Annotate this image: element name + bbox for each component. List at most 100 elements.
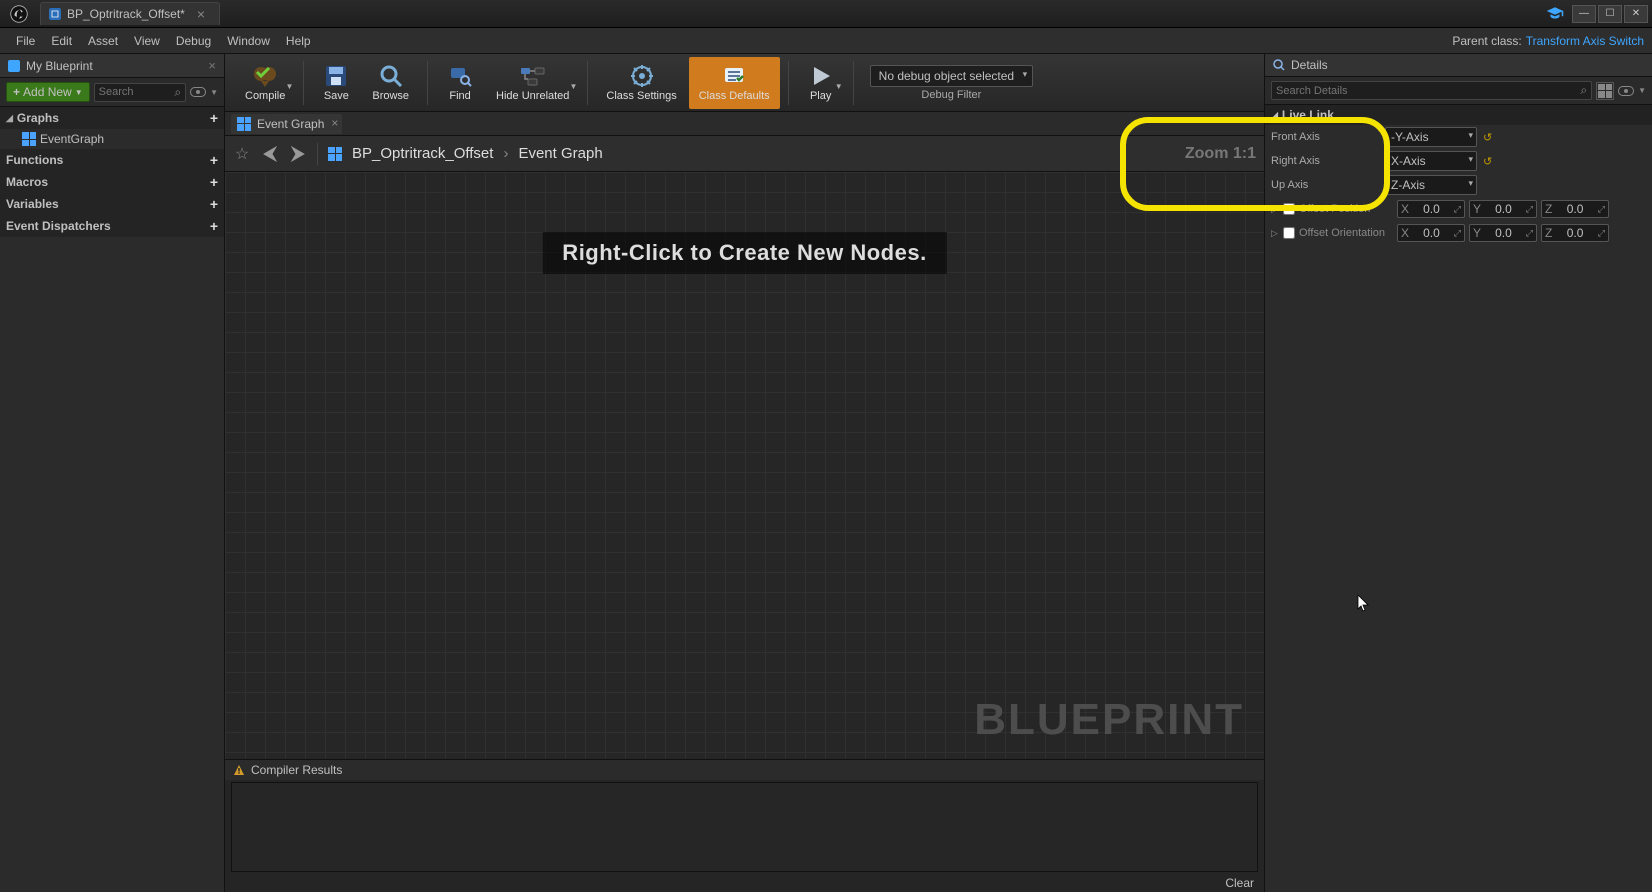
graph-tabs: Event Graph × [225, 112, 1264, 136]
details-search-input[interactable] [1276, 85, 1580, 97]
up-axis-label: Up Axis [1271, 179, 1379, 191]
property-matrix-button[interactable] [1596, 82, 1614, 100]
prop-right-axis: Right Axis X-Axis ↺ [1265, 149, 1652, 173]
eye-icon[interactable] [190, 87, 206, 97]
graduation-cap-icon[interactable] [1546, 5, 1564, 23]
offset-orientation-x[interactable]: X0.0⤢ [1397, 224, 1465, 242]
expand-icon[interactable]: ▷ [1271, 228, 1279, 239]
menu-file[interactable]: File [8, 28, 43, 54]
compiler-results-tab[interactable]: Compiler Results [225, 759, 1264, 780]
reset-to-default-icon[interactable]: ↺ [1483, 131, 1492, 144]
category-live-link[interactable]: ◢ Live Link [1265, 105, 1652, 125]
add-function-icon[interactable]: + [210, 152, 218, 168]
save-button[interactable]: Save [312, 57, 360, 109]
debug-object-select[interactable]: No debug object selected [870, 65, 1033, 87]
my-blueprint-tab[interactable]: My Blueprint × [0, 54, 224, 78]
eye-icon[interactable] [1618, 86, 1634, 96]
blueprint-icon [49, 8, 61, 20]
tree-group-functions[interactable]: Functions + [0, 149, 224, 171]
graph-icon [237, 117, 251, 131]
nav-forward-button[interactable]: ⮞ [289, 145, 307, 163]
compiler-results-output [231, 782, 1258, 872]
menubar: File Edit Asset View Debug Window Help P… [0, 28, 1652, 54]
compile-button[interactable]: Compile ▼ [235, 57, 295, 109]
close-icon[interactable]: × [208, 58, 216, 73]
warning-icon [233, 764, 245, 776]
my-blueprint-title: My Blueprint [26, 59, 93, 73]
add-dispatcher-icon[interactable]: + [210, 218, 218, 234]
search-input[interactable] [99, 86, 175, 98]
chevron-down-icon: ▼ [75, 88, 83, 97]
graph-canvas[interactable]: Right-Click to Create New Nodes. BLUEPRI… [225, 172, 1264, 759]
nav-back-button[interactable]: ⮜ [261, 145, 279, 163]
my-blueprint-toolbar: + Add New ▼ ⌕ ▼ [0, 78, 224, 107]
offset-position-checkbox[interactable] [1283, 203, 1295, 215]
hide-unrelated-button[interactable]: Hide Unrelated ▼ [486, 57, 579, 109]
menu-debug[interactable]: Debug [168, 28, 219, 54]
front-axis-select[interactable]: -Y-Axis [1385, 127, 1477, 147]
find-button[interactable]: Find [436, 57, 484, 109]
blueprint-tree: ◢Graphs + EventGraph Functions + Macros … [0, 107, 224, 892]
favorite-star-icon[interactable]: ☆ [233, 145, 251, 163]
menu-window[interactable]: Window [219, 28, 278, 54]
class-settings-button[interactable]: Class Settings [596, 57, 686, 109]
window-close-button[interactable]: ✕ [1624, 5, 1648, 23]
menu-view[interactable]: View [126, 28, 168, 54]
graph-icon [328, 147, 342, 161]
offset-position-label: Offset Position [1299, 203, 1393, 215]
search-icon: ⌕ [174, 85, 181, 100]
offset-orientation-checkbox[interactable] [1283, 227, 1295, 239]
event-graph-tab[interactable]: Event Graph × [231, 114, 342, 134]
center-panel: Compile ▼ Save Browse Find Hide Unrelate… [225, 54, 1264, 892]
offset-orientation-z[interactable]: Z0.0⤢ [1541, 224, 1609, 242]
menu-asset[interactable]: Asset [80, 28, 126, 54]
add-variable-icon[interactable]: + [210, 196, 218, 212]
add-graph-icon[interactable]: + [210, 110, 218, 126]
parent-class-link[interactable]: Transform Axis Switch [1526, 34, 1644, 48]
close-icon[interactable]: × [331, 116, 338, 130]
menu-edit[interactable]: Edit [43, 28, 80, 54]
breadcrumb-leaf[interactable]: Event Graph [518, 145, 602, 162]
offset-position-y[interactable]: Y0.0⤢ [1469, 200, 1537, 218]
main-toolbar: Compile ▼ Save Browse Find Hide Unrelate… [225, 54, 1264, 112]
menu-help[interactable]: Help [278, 28, 319, 54]
unreal-logo-icon [10, 5, 28, 23]
up-axis-select[interactable]: Z-Axis [1385, 175, 1477, 195]
blueprint-watermark: BLUEPRINT [974, 695, 1244, 745]
chevron-down-icon[interactable]: ▼ [210, 88, 218, 97]
add-macro-icon[interactable]: + [210, 174, 218, 190]
offset-position-z[interactable]: Z0.0⤢ [1541, 200, 1609, 218]
offset-orientation-y[interactable]: Y0.0⤢ [1469, 224, 1537, 242]
details-search[interactable]: ⌕ [1271, 81, 1592, 100]
tree-item-eventgraph[interactable]: EventGraph [0, 129, 224, 149]
details-tab[interactable]: Details [1265, 54, 1652, 77]
offset-position-x[interactable]: X0.0⤢ [1397, 200, 1465, 218]
compiler-clear-button[interactable]: Clear [1225, 876, 1254, 890]
offset-orientation-label: Offset Orientation [1299, 227, 1393, 239]
tab-close-icon[interactable]: × [197, 6, 205, 22]
right-axis-select[interactable]: X-Axis [1385, 151, 1477, 171]
breadcrumb-root[interactable]: BP_Optritrack_Offset [352, 145, 493, 162]
browse-button[interactable]: Browse [362, 57, 419, 109]
chevron-down-icon: ▼ [285, 82, 293, 91]
window-titlebar: BP_Optritrack_Offset* × — ☐ ✕ [0, 0, 1652, 28]
reset-to-default-icon[interactable]: ↺ [1483, 155, 1492, 168]
window-minimize-button[interactable]: — [1572, 5, 1596, 23]
chevron-down-icon[interactable]: ▼ [1638, 86, 1646, 95]
tree-group-event-dispatchers[interactable]: Event Dispatchers + [0, 215, 224, 237]
graph-icon [22, 132, 36, 146]
zoom-label: Zoom 1:1 [1185, 145, 1256, 163]
expand-icon[interactable]: ▷ [1271, 204, 1279, 215]
tree-group-macros[interactable]: Macros + [0, 171, 224, 193]
tree-group-variables[interactable]: Variables + [0, 193, 224, 215]
play-button[interactable]: Play ▼ [797, 57, 845, 109]
window-maximize-button[interactable]: ☐ [1598, 5, 1622, 23]
prop-offset-position: ▷ Offset Position X0.0⤢ Y0.0⤢ Z0.0⤢ [1265, 197, 1652, 221]
class-defaults-button[interactable]: Class Defaults [689, 57, 780, 109]
window-tab[interactable]: BP_Optritrack_Offset* × [40, 2, 220, 25]
add-new-button[interactable]: + Add New ▼ [6, 82, 90, 102]
details-icon [1273, 59, 1285, 71]
tree-group-graphs[interactable]: ◢Graphs + [0, 107, 224, 129]
my-blueprint-search[interactable]: ⌕ [94, 83, 186, 102]
window-tab-title: BP_Optritrack_Offset* [67, 7, 185, 21]
